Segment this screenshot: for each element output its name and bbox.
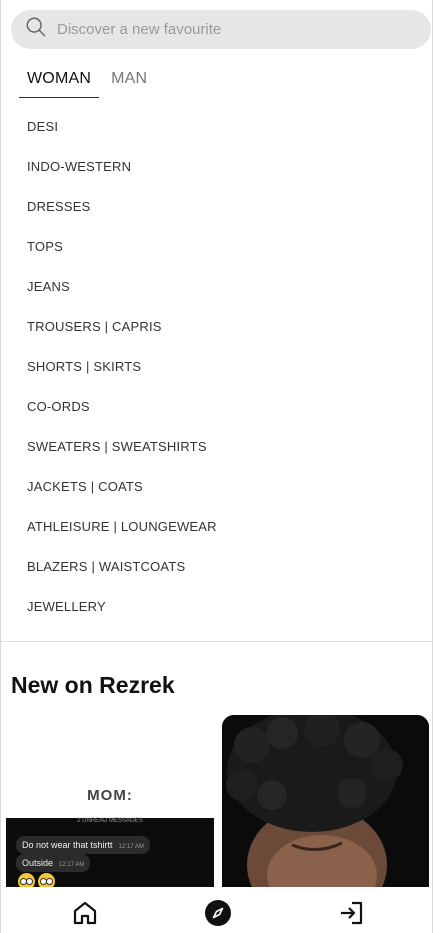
chat-time: 12:17 AM: [59, 862, 85, 868]
app-frame: WOMAN MAN DESI INDO-WESTERN DRESSES TOPS…: [0, 0, 433, 933]
category-dresses[interactable]: DRESSES: [27, 186, 407, 226]
section-divider: [1, 641, 432, 642]
category-sweaters-sweatshirts[interactable]: SWEATERS | SWEATSHIRTS: [27, 426, 407, 466]
nav-login-button[interactable]: [338, 899, 366, 927]
bottom-nav: [1, 887, 432, 933]
category-list: DESI INDO-WESTERN DRESSES TOPS JEANS TRO…: [27, 106, 407, 626]
tab-woman[interactable]: WOMAN: [19, 66, 100, 98]
category-tops[interactable]: TOPS: [27, 226, 407, 266]
emoji-icon: [18, 873, 35, 887]
chat-bubble: Outside 12:17 AM: [16, 854, 91, 872]
chat-message: Outside: [22, 858, 54, 868]
search-bar[interactable]: [11, 10, 431, 49]
category-blazers-waistcoats[interactable]: BLAZERS | WAISTCOATS: [27, 546, 407, 586]
nav-explore-button[interactable]: [204, 899, 232, 927]
chat-message: Do not wear that tshirtt: [22, 840, 113, 850]
category-jewellery[interactable]: JEWELLERY: [27, 586, 407, 626]
category-co-ords[interactable]: CO-ORDS: [27, 386, 407, 426]
product-print-text: MOM:: [87, 787, 133, 804]
category-jackets-coats[interactable]: JACKETS | COATS: [27, 466, 407, 506]
product-card-graphic-tee[interactable]: MOM: 2 UNREAD MESSAGES Do not wear that …: [6, 715, 214, 887]
unread-label: 2 UNREAD MESSAGES: [77, 818, 143, 824]
tab-man[interactable]: MAN: [103, 66, 155, 98]
category-desi[interactable]: DESI: [27, 106, 407, 146]
nav-home-button[interactable]: [71, 899, 99, 927]
search-icon: [25, 16, 47, 43]
login-icon: [338, 899, 366, 927]
chat-bubble: Do not wear that tshirtt 12:17 AM: [16, 836, 150, 854]
chat-time: 12:17 AM: [118, 844, 144, 850]
emoji-icon: [38, 873, 55, 887]
product-card-photo[interactable]: [222, 715, 429, 887]
product-print-chat: 2 UNREAD MESSAGES Do not wear that tshir…: [6, 818, 214, 887]
gender-tabs: WOMAN MAN: [19, 66, 159, 98]
model-photo: [222, 715, 429, 887]
emoji-row: [18, 873, 55, 887]
category-indo-western[interactable]: INDO-WESTERN: [27, 146, 407, 186]
category-shorts-skirts[interactable]: SHORTS | SKIRTS: [27, 346, 407, 386]
category-athleisure-loungewear[interactable]: ATHLEISURE | LOUNGEWEAR: [27, 506, 407, 546]
home-icon: [71, 899, 99, 927]
compass-icon: [204, 899, 232, 927]
category-jeans[interactable]: JEANS: [27, 266, 407, 306]
new-section-title: New on Rezrek: [11, 672, 175, 698]
search-input[interactable]: [57, 21, 397, 38]
category-trousers-capris[interactable]: TROUSERS | CAPRIS: [27, 306, 407, 346]
